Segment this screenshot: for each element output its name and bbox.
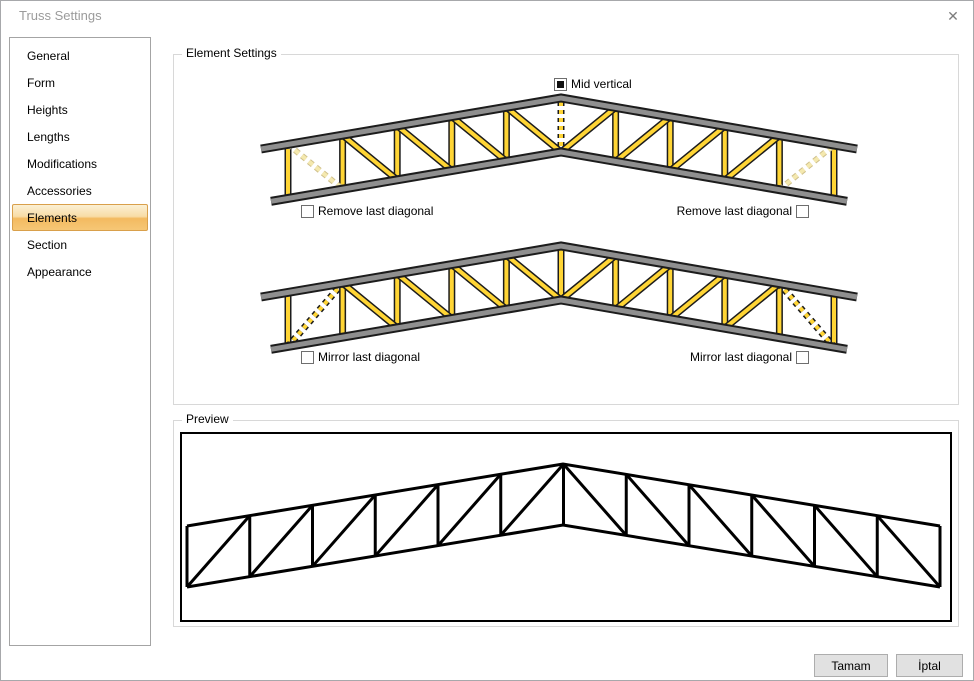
remove-last-diagonal-left-label: Remove last diagonal: [318, 204, 433, 218]
sidebar-item-lengths[interactable]: Lengths: [12, 123, 148, 150]
sidebar-item-elements[interactable]: Elements: [12, 204, 148, 231]
remove-last-diagonal-left-row: Remove last diagonal: [301, 204, 433, 218]
sidebar-item-section[interactable]: Section: [12, 231, 148, 258]
mirror-last-diagonal-left-label: Mirror last diagonal: [318, 350, 420, 364]
preview-canvas: [180, 432, 952, 622]
sidebar-item-appearance[interactable]: Appearance: [12, 258, 148, 285]
titlebar: Truss Settings ✕: [1, 1, 973, 31]
mid-vertical-row: Mid vertical: [554, 77, 632, 91]
remove-last-diagonal-right-row: Remove last diagonal: [677, 204, 809, 218]
remove-last-diagonal-right-checkbox[interactable]: [796, 205, 809, 218]
sidebar-nav: GeneralFormHeightsLengthsModificationsAc…: [9, 37, 151, 646]
remove-last-diagonal-left-checkbox[interactable]: [301, 205, 314, 218]
sidebar-item-general[interactable]: General: [12, 42, 148, 69]
window-title: Truss Settings: [19, 1, 102, 31]
sidebar-item-modifications[interactable]: Modifications: [12, 150, 148, 177]
mirror-last-diagonal-left-row: Mirror last diagonal: [301, 350, 420, 364]
mid-vertical-label: Mid vertical: [571, 77, 632, 91]
sidebar-item-form[interactable]: Form: [12, 69, 148, 96]
remove-last-diagonal-right-label: Remove last diagonal: [677, 204, 792, 218]
mirror-last-diagonal-right-label: Mirror last diagonal: [690, 350, 792, 364]
element-settings-group: Element Settings: [173, 54, 959, 405]
preview-group: Preview: [173, 420, 959, 627]
close-icon[interactable]: ✕: [941, 5, 965, 27]
sidebar-item-accessories[interactable]: Accessories: [12, 177, 148, 204]
mid-vertical-checkbox[interactable]: [554, 78, 567, 91]
preview-group-label: Preview: [182, 412, 233, 426]
sidebar-item-heights[interactable]: Heights: [12, 96, 148, 123]
element-settings-group-label: Element Settings: [182, 46, 281, 60]
ok-button[interactable]: Tamam: [814, 654, 888, 677]
cancel-button[interactable]: İptal: [896, 654, 963, 677]
mirror-last-diagonal-right-row: Mirror last diagonal: [690, 350, 809, 364]
mirror-last-diagonal-right-checkbox[interactable]: [796, 351, 809, 364]
mirror-last-diagonal-left-checkbox[interactable]: [301, 351, 314, 364]
truss-settings-dialog: Truss Settings ✕ GeneralFormHeightsLengt…: [0, 0, 974, 681]
